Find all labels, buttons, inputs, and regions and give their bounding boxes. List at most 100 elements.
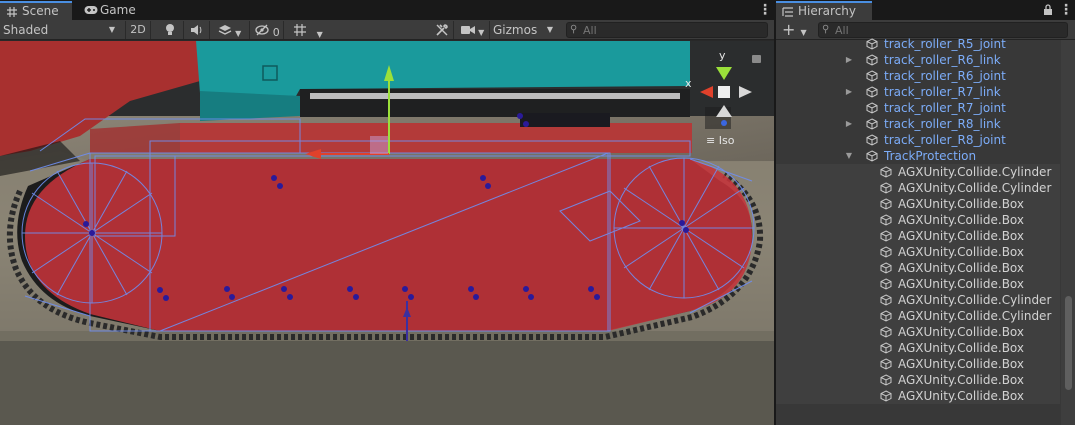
gameobject-cube-icon <box>880 390 892 402</box>
prefab-cube-icon <box>866 38 878 50</box>
projection-label[interactable]: ≡ Iso <box>706 134 734 147</box>
scene-more-menu-icon[interactable]: ⋮ <box>758 3 772 17</box>
hidden-objects-toggle[interactable]: 0 <box>252 21 284 39</box>
hierarchy-item[interactable]: ▶ track_roller_R6_link <box>776 52 1060 68</box>
hierarchy-item[interactable]: AGXUnity.Collide.Box <box>776 244 1060 260</box>
collapsed-arrow-icon[interactable]: ▶ <box>844 52 854 68</box>
hierarchy-item-label: AGXUnity.Collide.Box <box>898 229 1024 243</box>
gameobject-cube-icon <box>880 326 892 338</box>
hierarchy-item[interactable]: ▼ TrackProtection <box>776 148 1060 164</box>
hierarchy-item[interactable]: track_roller_R6_joint <box>776 68 1060 84</box>
hierarchy-item[interactable]: ▶ track_roller_R8_link <box>776 116 1060 132</box>
hierarchy-item-label: AGXUnity.Collide.Box <box>898 325 1024 339</box>
hierarchy-item[interactable]: track_roller_R5_joint <box>776 36 1060 52</box>
hierarchy-item[interactable]: AGXUnity.Collide.Box <box>776 212 1060 228</box>
2d-toggle-button[interactable]: 2D <box>125 21 151 39</box>
scene-viewport[interactable]: x y ≡ Iso <box>0 41 774 425</box>
hierarchy-item-label: track_roller_R6_joint <box>884 69 1006 83</box>
hierarchy-item[interactable]: AGXUnity.Collide.Box <box>776 324 1060 340</box>
hierarchy-item-label: track_roller_R8_joint <box>884 133 1006 147</box>
hierarchy-item-label: AGXUnity.Collide.Box <box>898 341 1024 355</box>
eye-slash-icon <box>255 24 273 39</box>
ground-shadow <box>0 331 774 425</box>
gameobject-cube-icon <box>880 358 892 370</box>
hierarchy-item[interactable]: AGXUnity.Collide.Box <box>776 356 1060 372</box>
grid-snap-icon <box>293 24 311 40</box>
scene-tabbar: Scene Game ⋮ <box>0 0 774 20</box>
hierarchy-search-input[interactable] <box>835 23 1067 37</box>
prefab-cube-icon <box>866 86 878 98</box>
gameobject-cube-icon <box>880 342 892 354</box>
camera-dropdown[interactable]: ▼ <box>456 21 490 39</box>
hierarchy-item-label: AGXUnity.Collide.Box <box>898 261 1024 275</box>
effects-dropdown[interactable]: ▼ <box>210 21 250 39</box>
hierarchy-item[interactable]: ▶ track_roller_R7_link <box>776 84 1060 100</box>
hidden-count: 0 <box>272 26 280 39</box>
track-protection-collider <box>25 159 752 331</box>
collapsed-arrow-icon[interactable]: ▶ <box>844 84 854 100</box>
gizmos-dropdown[interactable]: Gizmos ▼ <box>491 21 557 39</box>
gizmo-y-label: y <box>719 49 726 62</box>
prefab-cube-icon <box>866 150 878 162</box>
grid-snap-dropdown[interactable]: ▼ <box>288 21 328 39</box>
camera-icon <box>460 25 479 38</box>
search-icon: ⚲ <box>822 24 830 35</box>
hierarchy-scrollbar[interactable] <box>1061 40 1075 425</box>
hierarchy-item-label: AGXUnity.Collide.Box <box>898 389 1024 403</box>
hierarchy-item-label: track_roller_R7_link <box>884 85 1001 99</box>
hierarchy-item[interactable]: AGXUnity.Collide.Cylinder <box>776 164 1060 180</box>
lock-icon[interactable] <box>1043 4 1053 18</box>
hierarchy-title: Hierarchy <box>798 4 857 18</box>
gizmo-lock-icon[interactable] <box>752 55 761 63</box>
hierarchy-panel: Hierarchy ⋮ + ▼ ⚲ track_roller_R5_joint▶… <box>776 0 1075 425</box>
grid-icon <box>6 6 18 18</box>
tab-game-label: Game <box>100 3 136 17</box>
hierarchy-item[interactable]: AGXUnity.Collide.Box <box>776 196 1060 212</box>
hierarchy-item[interactable]: AGXUnity.Collide.Box <box>776 372 1060 388</box>
gameobject-cube-icon <box>880 246 892 258</box>
hierarchy-tabbar: Hierarchy ⋮ <box>776 0 1075 20</box>
prefab-cube-icon <box>866 70 878 82</box>
hierarchy-item[interactable]: track_roller_R8_joint <box>776 132 1060 148</box>
hierarchy-item-label: AGXUnity.Collide.Cylinder <box>898 181 1052 195</box>
collapsed-arrow-icon[interactable]: ▶ <box>844 116 854 132</box>
hierarchy-item-label: track_roller_R6_link <box>884 53 1001 67</box>
hierarchy-scroll-thumb[interactable] <box>1065 296 1072 390</box>
hierarchy-item[interactable]: AGXUnity.Collide.Box <box>776 260 1060 276</box>
scene-toolbar: Shaded ▼ 2D ▼ 0 ▼ ▼ Gizmos ▼ ⚲ All <box>0 20 774 40</box>
hierarchy-more-menu-icon[interactable]: ⋮ <box>1059 3 1073 17</box>
lightbulb-icon <box>164 24 176 39</box>
gameobject-cube-icon <box>880 310 892 322</box>
lighting-toggle-button[interactable] <box>156 21 184 39</box>
tab-game[interactable]: Game <box>78 1 148 20</box>
gameobject-cube-icon <box>880 262 892 274</box>
tab-hierarchy[interactable]: Hierarchy <box>776 1 872 20</box>
projection-value: Iso <box>718 134 735 147</box>
scene-search-input[interactable] <box>583 23 767 37</box>
hierarchy-item[interactable]: AGXUnity.Collide.Box <box>776 388 1060 404</box>
hierarchy-item[interactable]: AGXUnity.Collide.Cylinder <box>776 180 1060 196</box>
tab-scene[interactable]: Scene <box>0 1 72 20</box>
red-undercarriage <box>180 123 692 153</box>
hierarchy-item-label: track_roller_R8_link <box>884 117 1001 131</box>
hierarchy-item[interactable]: AGXUnity.Collide.Box <box>776 228 1060 244</box>
scene-search[interactable]: ⚲ <box>566 22 768 38</box>
audio-toggle-button[interactable] <box>184 21 210 39</box>
prefab-cube-icon <box>866 118 878 130</box>
gizmos-dropdown-arrow-icon: ▼ <box>546 25 553 34</box>
hierarchy-item[interactable]: AGXUnity.Collide.Box <box>776 340 1060 356</box>
tools-button[interactable] <box>430 21 454 39</box>
hierarchy-item[interactable]: AGXUnity.Collide.Cylinder <box>776 292 1060 308</box>
shading-mode-dropdown[interactable]: Shaded ▼ <box>3 20 119 40</box>
prefab-cube-icon <box>866 54 878 66</box>
hierarchy-item[interactable]: track_roller_R7_joint <box>776 100 1060 116</box>
prefab-cube-icon <box>866 102 878 114</box>
hierarchy-item[interactable]: AGXUnity.Collide.Box <box>776 276 1060 292</box>
frame-rail <box>310 93 680 99</box>
hierarchy-item-label: TrackProtection <box>884 149 977 163</box>
gameobject-cube-icon <box>880 214 892 226</box>
hierarchy-item[interactable]: AGXUnity.Collide.Cylinder <box>776 308 1060 324</box>
expanded-arrow-icon[interactable]: ▼ <box>844 148 854 164</box>
gameobject-cube-icon <box>880 294 892 306</box>
hierarchy-item-label: AGXUnity.Collide.Box <box>898 197 1024 211</box>
